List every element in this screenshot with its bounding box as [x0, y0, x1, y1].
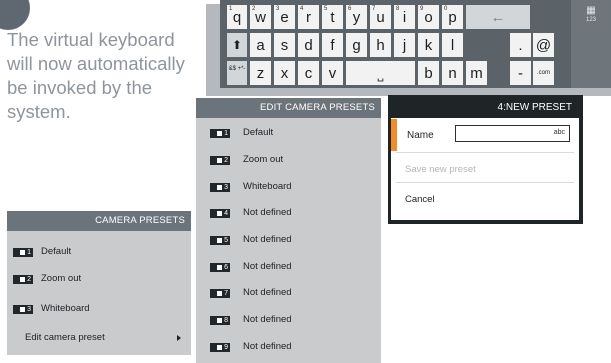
focus-indicator — [391, 119, 397, 151]
symbols-key[interactable]: &$ +*- — [227, 61, 247, 85]
key-b[interactable]: b — [418, 61, 439, 85]
key-j[interactable]: j — [394, 33, 415, 57]
grid-icon: ▦ — [586, 5, 596, 16]
key-s[interactable]: s — [274, 33, 295, 57]
preset-number-icon: 3 — [210, 183, 230, 192]
backspace-icon: ← — [490, 9, 506, 26]
key-blank-1 — [533, 5, 554, 29]
preset-label: Not defined — [243, 287, 292, 298]
key-i[interactable]: 8i — [394, 5, 415, 29]
divider — [396, 152, 574, 153]
space-icon: ⎵ — [377, 65, 384, 82]
space-key[interactable]: ⎵ — [346, 61, 415, 85]
chevron-right-icon — [177, 335, 181, 341]
preset-number-icon: 6 — [210, 263, 230, 272]
edit-preset-row[interactable]: 5 Not defined — [196, 229, 381, 255]
key-q[interactable]: 1q — [227, 5, 247, 29]
key-x[interactable]: x — [274, 61, 295, 85]
edit-camera-presets-header: EDIT CAMERA PRESETS — [196, 98, 381, 118]
name-field-row[interactable]: Name abc — [391, 119, 579, 151]
cancel-button[interactable]: Cancel — [405, 194, 435, 205]
preset-label: Zoom out — [41, 273, 82, 284]
preset-label: Not defined — [243, 207, 292, 218]
name-label: Name — [407, 130, 434, 141]
input-mode-indicator: abc — [553, 129, 565, 136]
key-h[interactable]: h — [370, 33, 391, 57]
preset-label: Whiteboard — [243, 181, 292, 192]
preset-label: Not defined — [243, 314, 292, 325]
edit-preset-row[interactable]: 7 Not defined — [196, 282, 381, 308]
key-v[interactable]: v — [322, 61, 343, 85]
preset-number-icon: 5 — [210, 236, 230, 245]
new-preset-header: 4:NEW PRESET — [497, 102, 572, 113]
save-new-preset-button[interactable]: Save new preset — [405, 164, 476, 175]
preset-number-icon: 2 — [13, 275, 33, 284]
key-c[interactable]: c — [298, 61, 319, 85]
shift-key[interactable]: ⬆ — [227, 33, 247, 57]
key-n[interactable]: n — [442, 61, 463, 85]
preset-number-icon: 7 — [210, 289, 230, 298]
preset-label: Not defined — [243, 341, 292, 352]
preset-number-icon: 8 — [210, 316, 230, 325]
key-t[interactable]: 5t — [322, 5, 343, 29]
camera-presets-panel: CAMERA PRESETS 1 Default 2 Zoom out 3 Wh… — [7, 211, 191, 355]
key-a[interactable]: a — [250, 33, 271, 57]
key-dash[interactable]: - — [510, 61, 531, 85]
preset-label: Zoom out — [243, 154, 284, 165]
preset-label: Not defined — [243, 261, 292, 272]
key-d[interactable]: d — [298, 33, 319, 57]
key-z[interactable]: z — [250, 61, 271, 85]
camera-presets-header: CAMERA PRESETS — [7, 211, 191, 231]
preset-number-icon: 2 — [210, 156, 230, 165]
new-preset-dialog: Name abc Save new preset Cancel — [391, 118, 579, 220]
preset-number-icon: 9 — [210, 343, 230, 352]
shift-icon: ⬆ — [231, 38, 243, 52]
key-dotcom[interactable]: .com — [533, 61, 554, 85]
keyboard-mode-label: 123 — [585, 17, 596, 23]
edit-preset-row[interactable]: 2 Zoom out — [196, 149, 381, 175]
edit-preset-row[interactable]: 6 Not defined — [196, 256, 381, 282]
step-number-badge — [0, 0, 30, 30]
camera-preset-row[interactable]: 2 Zoom out — [7, 265, 191, 291]
preset-label: Whiteboard — [41, 303, 90, 314]
key-u[interactable]: 7u — [370, 5, 391, 29]
preset-number-icon: 1 — [13, 248, 33, 257]
divider — [396, 182, 574, 183]
preset-label: Default — [41, 246, 72, 257]
name-input[interactable]: abc — [455, 125, 570, 142]
keyboard-mode-button[interactable]: ▦ 123 — [571, 0, 611, 88]
edit-preset-row[interactable]: 1 Default — [196, 122, 381, 148]
key-p[interactable]: 0p — [442, 5, 463, 29]
preset-number-icon: 3 — [13, 305, 33, 314]
virtual-keyboard: 1q 2w 3e 4r 5t 6y 7u 8i 9o 0p ← ⬆ a s d … — [220, 0, 611, 88]
key-f[interactable]: f — [322, 33, 343, 57]
key-period[interactable]: . — [510, 33, 531, 57]
edit-preset-row[interactable]: 8 Not defined — [196, 309, 381, 335]
camera-preset-row[interactable]: 3 Whiteboard — [7, 295, 191, 321]
camera-preset-row[interactable]: 1 Default — [7, 237, 191, 263]
edit-camera-preset-label: Edit camera preset — [25, 332, 105, 343]
key-g[interactable]: g — [346, 33, 367, 57]
preset-label: Not defined — [243, 234, 292, 245]
edit-camera-presets-panel: EDIT CAMERA PRESETS 1 Default 2 Zoom out 3… — [196, 98, 381, 363]
edit-preset-row[interactable]: 3 Whiteboard — [196, 176, 381, 202]
preset-label: Default — [243, 127, 274, 138]
key-w[interactable]: 2w — [250, 5, 271, 29]
key-e[interactable]: 3e — [274, 5, 295, 29]
backspace-key[interactable]: ← — [466, 5, 530, 29]
edit-preset-row[interactable]: 9 Not defined — [196, 336, 381, 362]
key-k[interactable]: k — [418, 33, 439, 57]
key-o[interactable]: 9o — [418, 5, 439, 29]
preset-number-icon: 4 — [210, 209, 230, 218]
edit-preset-row[interactable]: 4 Not defined — [196, 202, 381, 228]
key-l[interactable]: l — [442, 33, 463, 57]
key-at[interactable]: @ — [533, 33, 554, 57]
key-r[interactable]: 4r — [298, 5, 319, 29]
edit-camera-preset-item[interactable]: Edit camera preset — [7, 323, 191, 349]
key-y[interactable]: 6y — [346, 5, 367, 29]
key-m[interactable]: m — [466, 61, 487, 85]
preset-number-icon: 1 — [210, 129, 230, 138]
instruction-text: The virtual keyboard will now automatica… — [7, 29, 185, 122]
